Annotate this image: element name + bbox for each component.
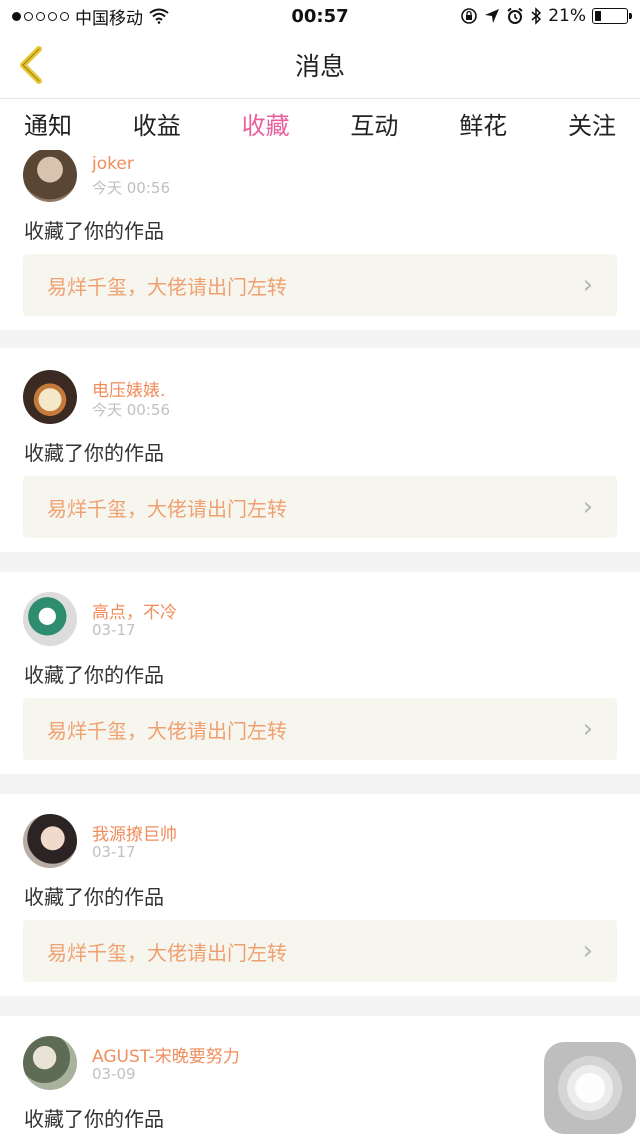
avatar[interactable] — [23, 1036, 77, 1090]
back-chevron-icon — [20, 46, 42, 84]
user-name[interactable]: joker — [92, 154, 134, 174]
work-link[interactable]: 易烊千玺，大佬请出门左转 › — [23, 476, 617, 538]
tab-notifications[interactable]: 通知 — [24, 102, 72, 147]
action-text: 收藏了你的作品 — [24, 1107, 164, 1131]
back-button[interactable] — [10, 40, 54, 90]
timestamp: 今天 00:56 — [92, 179, 170, 197]
message-list[interactable]: joker 今天 00:56 收藏了你的作品 易烊千玺，大佬请出门左转 › 电压… — [0, 150, 640, 1138]
status-left: 中国移动 — [12, 4, 169, 29]
avatar[interactable] — [23, 150, 77, 202]
work-title: 易烊千玺，大佬请出门左转 — [47, 940, 287, 965]
list-item: joker 今天 00:56 收藏了你的作品 易烊千玺，大佬请出门左转 › — [0, 150, 640, 330]
work-title: 易烊千玺，大佬请出门左转 — [47, 718, 287, 743]
wifi-icon — [149, 8, 169, 24]
tab-flowers[interactable]: 鲜花 — [459, 102, 507, 147]
avatar[interactable] — [23, 370, 77, 424]
location-icon — [485, 9, 500, 23]
status-time: 00:57 — [291, 5, 349, 27]
user-name[interactable]: 高点，不冷 — [92, 598, 177, 623]
action-text: 收藏了你的作品 — [24, 663, 164, 687]
list-item: 我源撩巨帅 03-17 收藏了你的作品 易烊千玺，大佬请出门左转 › — [0, 794, 640, 996]
timestamp: 03-17 — [92, 621, 136, 639]
user-name[interactable]: 我源撩巨帅 — [92, 820, 177, 845]
alarm-icon — [507, 7, 523, 24]
battery-percent: 21% — [548, 6, 586, 26]
assistive-touch-button[interactable] — [544, 1042, 636, 1134]
status-right: 21% — [460, 6, 632, 26]
action-text: 收藏了你的作品 — [24, 219, 164, 243]
tab-favorites[interactable]: 收藏 — [242, 102, 290, 153]
user-name[interactable]: 电压婊婊. — [92, 376, 165, 401]
timestamp: 今天 00:56 — [92, 401, 170, 419]
chevron-right-icon: › — [582, 714, 593, 744]
status-bar: 中国移动 00:57 21% — [0, 0, 640, 32]
work-title: 易烊千玺，大佬请出门左转 — [47, 274, 287, 299]
bluetooth-icon — [531, 7, 542, 25]
list-item: 电压婊婊. 今天 00:56 收藏了你的作品 易烊千玺，大佬请出门左转 › — [0, 348, 640, 552]
action-text: 收藏了你的作品 — [24, 441, 164, 465]
avatar[interactable] — [23, 592, 77, 646]
timestamp: 03-17 — [92, 843, 136, 861]
chevron-right-icon: › — [582, 492, 593, 522]
navigation-bar: 消息 — [0, 32, 640, 98]
rotation-lock-icon — [461, 8, 478, 24]
avatar[interactable] — [23, 814, 77, 868]
tab-interactions[interactable]: 互动 — [350, 102, 398, 147]
work-link[interactable]: 易烊千玺，大佬请出门左转 › — [23, 698, 617, 760]
tab-bar: 通知 收益 收藏 互动 鲜花 关注 — [0, 98, 640, 153]
work-link[interactable]: 易烊千玺，大佬请出门左转 › — [23, 254, 617, 316]
carrier-label: 中国移动 — [75, 8, 143, 29]
chevron-right-icon: › — [582, 936, 593, 966]
work-title: 易烊千玺，大佬请出门左转 — [47, 496, 287, 521]
tab-earnings[interactable]: 收益 — [133, 102, 181, 147]
chevron-right-icon: › — [582, 270, 593, 300]
work-link[interactable]: 易烊千玺，大佬请出门左转 › — [23, 920, 617, 982]
signal-strength-icon — [12, 11, 69, 21]
timestamp: 03-09 — [92, 1065, 136, 1083]
battery-icon — [592, 8, 632, 24]
list-item: 高点，不冷 03-17 收藏了你的作品 易烊千玺，大佬请出门左转 › — [0, 572, 640, 774]
page-title: 消息 — [294, 52, 345, 81]
user-name[interactable]: AGUST-宋晚要努力 — [92, 1042, 240, 1067]
tab-follows[interactable]: 关注 — [568, 102, 616, 147]
action-text: 收藏了你的作品 — [24, 885, 164, 909]
